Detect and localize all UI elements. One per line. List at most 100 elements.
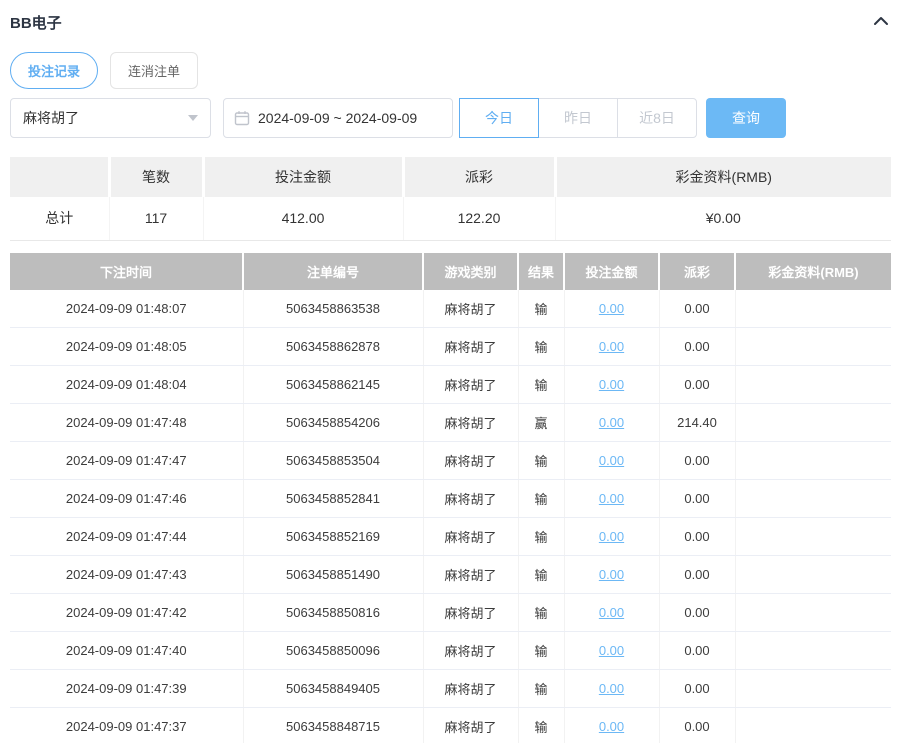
date-range-input[interactable]: 2024-09-09 ~ 2024-09-09: [223, 98, 453, 138]
cell-order-no: 5063458862145: [243, 365, 424, 404]
game-select[interactable]: 麻将胡了: [10, 98, 211, 138]
cell-payout: 0.00: [659, 289, 736, 328]
bet-amount-link[interactable]: 0.00: [599, 339, 624, 354]
search-button[interactable]: 查询: [706, 98, 786, 138]
cell-bet-amount: 0.00: [564, 707, 660, 743]
cell-bet-amount: 0.00: [564, 403, 660, 442]
panel-header: BB电子: [10, 10, 891, 34]
cell-payout: 0.00: [659, 517, 736, 556]
cell-game-type: 麻将胡了: [423, 365, 519, 404]
cell-result: 输: [518, 365, 565, 404]
summary-total-bonus: ¥0.00: [555, 197, 891, 241]
table-row: 2024-09-09 01:47:37 5063458848715 麻将胡了 输…: [10, 707, 891, 743]
records-header-row: 下注时间 注单编号 游戏类别 结果 投注金额 派彩 彩金资料(RMB): [10, 252, 891, 290]
cell-bet-time: 2024-09-09 01:47:40: [10, 631, 244, 670]
quick-range-button[interactable]: 今日: [459, 98, 539, 138]
bet-amount-link[interactable]: 0.00: [599, 567, 624, 582]
bet-amount-link[interactable]: 0.00: [599, 377, 624, 392]
col-header-payout: 派彩: [659, 252, 736, 290]
bet-amount-link[interactable]: 0.00: [599, 643, 624, 658]
table-row: 2024-09-09 01:47:39 5063458849405 麻将胡了 输…: [10, 669, 891, 708]
col-header-result: 结果: [518, 252, 565, 290]
cell-payout: 214.40: [659, 403, 736, 442]
cell-bet-amount: 0.00: [564, 365, 660, 404]
cell-bet-time: 2024-09-09 01:47:42: [10, 593, 244, 632]
cell-result: 输: [518, 593, 565, 632]
cell-order-no: 5063458854206: [243, 403, 424, 442]
cell-payout: 0.00: [659, 441, 736, 480]
col-header-bonus: 彩金资料(RMB): [735, 252, 891, 290]
bet-amount-link[interactable]: 0.00: [599, 605, 624, 620]
cell-bet-time: 2024-09-09 01:47:48: [10, 403, 244, 442]
cell-result: 输: [518, 517, 565, 556]
cell-bet-amount: 0.00: [564, 517, 660, 556]
cell-result: 输: [518, 631, 565, 670]
record-type-tabs: 投注记录 连消注单: [10, 52, 891, 89]
cell-game-type: 麻将胡了: [423, 327, 519, 366]
cell-result: 赢: [518, 403, 565, 442]
chevron-up-icon: [873, 15, 889, 30]
cell-bet-time: 2024-09-09 01:47:43: [10, 555, 244, 594]
bet-amount-link[interactable]: 0.00: [599, 529, 624, 544]
cell-bet-time: 2024-09-09 01:47:47: [10, 441, 244, 480]
cell-bet-amount: 0.00: [564, 289, 660, 328]
cell-payout: 0.00: [659, 669, 736, 708]
cell-payout: 0.00: [659, 479, 736, 518]
col-header-bet-time: 下注时间: [10, 252, 244, 290]
table-row: 2024-09-09 01:47:40 5063458850096 麻将胡了 输…: [10, 631, 891, 670]
quick-range-group: 今日 昨日 近8日: [459, 98, 697, 138]
bet-amount-link[interactable]: 0.00: [599, 719, 624, 734]
game-select-value: 麻将胡了: [23, 110, 79, 126]
cell-bonus: [735, 593, 891, 632]
cell-game-type: 麻将胡了: [423, 707, 519, 743]
tab-item[interactable]: 投注记录: [10, 52, 99, 89]
cell-bet-time: 2024-09-09 01:47:39: [10, 669, 244, 708]
bet-amount-link[interactable]: 0.00: [599, 301, 624, 316]
cell-bet-amount: 0.00: [564, 327, 660, 366]
cell-order-no: 5063458851490: [243, 555, 424, 594]
summary-header-bet-amount: 投注金额: [203, 157, 405, 197]
cell-game-type: 麻将胡了: [423, 289, 519, 328]
cell-result: 输: [518, 669, 565, 708]
quick-range-button[interactable]: 昨日: [538, 98, 618, 138]
quick-range-button[interactable]: 近8日: [617, 98, 697, 138]
cell-bonus: [735, 707, 891, 743]
summary-header-count: 笔数: [109, 157, 205, 197]
cell-order-no: 5063458863538: [243, 289, 424, 328]
bet-amount-link[interactable]: 0.00: [599, 415, 624, 430]
cell-bet-time: 2024-09-09 01:47:46: [10, 479, 244, 518]
summary-header-blank: [10, 157, 111, 197]
cell-payout: 0.00: [659, 593, 736, 632]
chevron-down-icon: [188, 115, 198, 121]
cell-order-no: 5063458852169: [243, 517, 424, 556]
summary-header-payout: 派彩: [403, 157, 557, 197]
summary-total-payout: 122.20: [403, 197, 556, 241]
cell-bonus: [735, 289, 891, 328]
summary-total-label: 总计: [10, 197, 110, 241]
bet-amount-link[interactable]: 0.00: [599, 491, 624, 506]
cell-bet-time: 2024-09-09 01:47:37: [10, 707, 244, 743]
tab-item[interactable]: 连消注单: [110, 52, 199, 89]
cell-bonus: [735, 517, 891, 556]
cell-bet-amount: 0.00: [564, 441, 660, 480]
table-row: 2024-09-09 01:48:05 5063458862878 麻将胡了 输…: [10, 327, 891, 366]
cell-bonus: [735, 555, 891, 594]
cell-result: 输: [518, 555, 565, 594]
cell-order-no: 5063458852841: [243, 479, 424, 518]
page-title: BB电子: [10, 14, 62, 32]
cell-bet-amount: 0.00: [564, 593, 660, 632]
cell-game-type: 麻将胡了: [423, 441, 519, 480]
cell-game-type: 麻将胡了: [423, 517, 519, 556]
cell-order-no: 5063458849405: [243, 669, 424, 708]
bet-amount-link[interactable]: 0.00: [599, 681, 624, 696]
col-header-game-type: 游戏类别: [423, 252, 519, 290]
bet-amount-link[interactable]: 0.00: [599, 453, 624, 468]
cell-bet-amount: 0.00: [564, 631, 660, 670]
summary-total-count: 117: [109, 197, 204, 241]
records-table: 下注时间 注单编号 游戏类别 结果 投注金额 派彩 彩金资料(RMB) 2024…: [10, 252, 891, 743]
collapse-panel-button[interactable]: [871, 13, 891, 32]
table-row: 2024-09-09 01:47:46 5063458852841 麻将胡了 输…: [10, 479, 891, 518]
cell-bonus: [735, 479, 891, 518]
col-header-bet-amount: 投注金额: [564, 252, 660, 290]
cell-bonus: [735, 669, 891, 708]
